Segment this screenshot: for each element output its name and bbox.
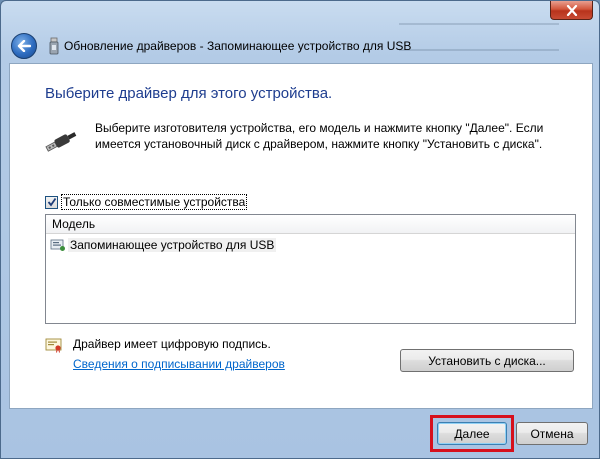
cancel-button[interactable]: Отмена [516, 422, 588, 445]
compatible-devices-label[interactable]: Только совместимые устройства [61, 194, 248, 210]
list-item-label: Запоминающее устройство для USB [68, 238, 277, 252]
close-icon [566, 4, 577, 16]
title-bar: Обновление драйверов - Запоминающее устр… [9, 25, 593, 63]
checkmark-icon [47, 197, 56, 207]
window-frame: Обновление драйверов - Запоминающее устр… [0, 0, 600, 459]
compatible-devices-checkbox[interactable] [45, 195, 58, 209]
usb-cable-icon [45, 132, 77, 152]
instructions-text: Выберите изготовителя устройства, его мо… [95, 121, 544, 151]
install-from-disk-button[interactable]: Установить с диска... [400, 349, 574, 372]
model-column-header[interactable]: Модель [46, 215, 575, 234]
next-button[interactable]: Далее [437, 422, 507, 445]
signature-status: Драйвер имеет цифровую подпись. [73, 337, 271, 351]
usb-device-icon [50, 239, 65, 251]
model-listbox[interactable]: Модель Запоминающее устройство для USB [45, 214, 576, 324]
page-heading: Выберите драйвер для этого устройства. [45, 85, 333, 102]
back-button[interactable] [11, 33, 37, 59]
back-arrow-icon [17, 40, 31, 52]
usb-drive-icon [49, 37, 59, 55]
list-item[interactable]: Запоминающее устройство для USB [46, 236, 575, 254]
close-button[interactable] [550, 1, 593, 20]
compatible-devices-option[interactable]: Только совместимые устройства [45, 194, 248, 210]
certificate-icon [45, 338, 62, 353]
driver-signing-link[interactable]: Сведения о подписывании драйверов [73, 357, 285, 371]
window-title: Обновление драйверов - Запоминающее устр… [64, 39, 412, 53]
dialog-content: Выберите драйвер для этого устройства. В… [9, 63, 593, 409]
